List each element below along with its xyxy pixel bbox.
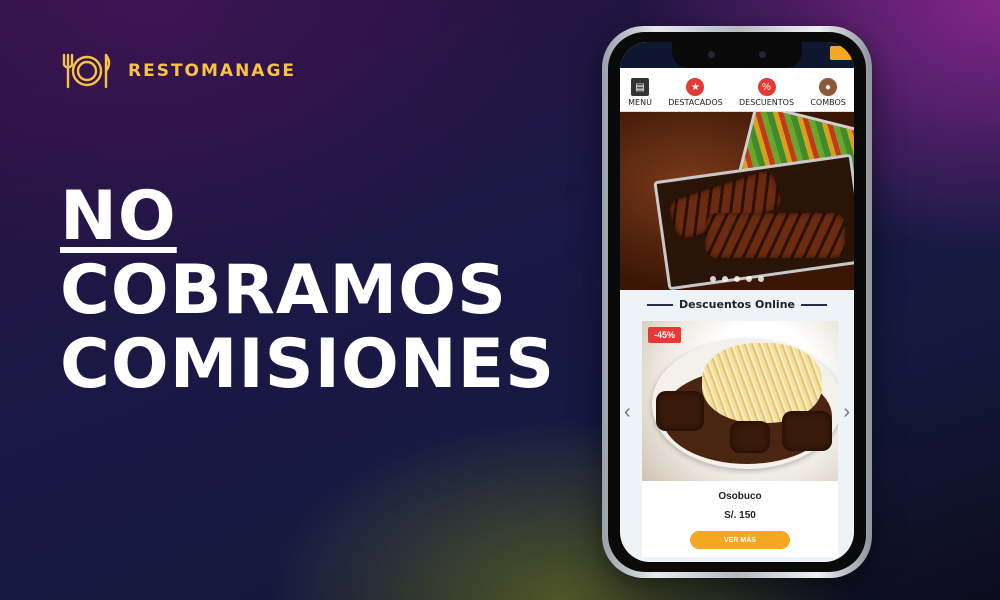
- menu-board-icon: ▤: [631, 78, 650, 96]
- headline: NO COBRAMOS COMISIONES: [60, 180, 555, 402]
- carousel-dot[interactable]: [710, 276, 716, 282]
- nav-label: COMBOS: [810, 98, 846, 107]
- grill-tray: [653, 153, 854, 290]
- phone-screen: ▤ MENÚ ★ DESTACADOS % DESCUENTOS ● COMBO…: [620, 42, 854, 562]
- beef-piece: [656, 391, 704, 431]
- nav-item-destacados[interactable]: ★ DESTACADOS: [668, 78, 723, 107]
- plate-fork-knife-icon: [62, 53, 111, 89]
- headline-line-2: COBRAMOS: [60, 251, 507, 330]
- discount-carousel: ‹ -45% Osobuco S/. 150 VER MÁS ›: [620, 321, 854, 561]
- phone-bezel: ▤ MENÚ ★ DESTACADOS % DESCUENTOS ● COMBO…: [608, 32, 866, 572]
- star-icon: ★: [686, 78, 705, 96]
- beef-piece: [782, 411, 832, 451]
- phone-mockup: ▤ MENÚ ★ DESTACADOS % DESCUENTOS ● COMBO…: [602, 26, 872, 578]
- camera-icon: [708, 51, 715, 58]
- discount-badge: -45%: [648, 327, 682, 343]
- ver-mas-button[interactable]: VER MÁS: [690, 531, 790, 549]
- nav-label: DESTACADOS: [668, 98, 723, 107]
- chevron-left-icon[interactable]: ‹: [624, 401, 631, 424]
- title-divider: [801, 303, 827, 306]
- grilled-meat: [705, 213, 846, 259]
- phone-notch: [672, 42, 802, 68]
- section-title-text: Descuentos Online: [679, 298, 795, 311]
- section-title: Descuentos Online: [620, 298, 854, 311]
- nav-label: DESCUENTOS: [738, 98, 795, 107]
- product-price: S/. 150: [724, 510, 756, 521]
- carousel-dot[interactable]: [722, 276, 728, 282]
- sensor-icon: [759, 51, 766, 58]
- combo-avatar-icon: ●: [819, 78, 838, 96]
- carousel-dot[interactable]: [734, 276, 740, 282]
- carousel-dots: [710, 276, 764, 282]
- headline-line-3: COMISIONES: [60, 325, 556, 404]
- percent-icon: %: [757, 78, 776, 96]
- app-nav: ▤ MENÚ ★ DESTACADOS % DESCUENTOS ● COMBO…: [620, 68, 854, 112]
- chevron-right-icon[interactable]: ›: [843, 401, 850, 424]
- brand-logo: RESTOMANAGE: [60, 52, 296, 90]
- carousel-dot[interactable]: [758, 276, 764, 282]
- brand-name: RESTOMANAGE: [128, 61, 297, 81]
- product-image: -45%: [642, 321, 838, 481]
- nav-item-combos[interactable]: ● COMBOS: [810, 78, 846, 107]
- nav-label: MENÚ: [628, 98, 652, 107]
- carousel-dot[interactable]: [746, 276, 752, 282]
- nav-item-descuentos[interactable]: % DESCUENTOS: [739, 78, 794, 107]
- cart-shortcut-icon[interactable]: [830, 46, 852, 60]
- hero-banner-image[interactable]: [620, 112, 854, 290]
- headline-line-1: NO: [60, 177, 177, 256]
- beef-piece: [730, 421, 770, 453]
- product-card[interactable]: -45% Osobuco S/. 150 VER MÁS: [642, 321, 838, 557]
- title-divider: [647, 303, 673, 306]
- nav-item-menu[interactable]: ▤ MENÚ: [628, 78, 652, 107]
- product-name: Osobuco: [718, 491, 762, 502]
